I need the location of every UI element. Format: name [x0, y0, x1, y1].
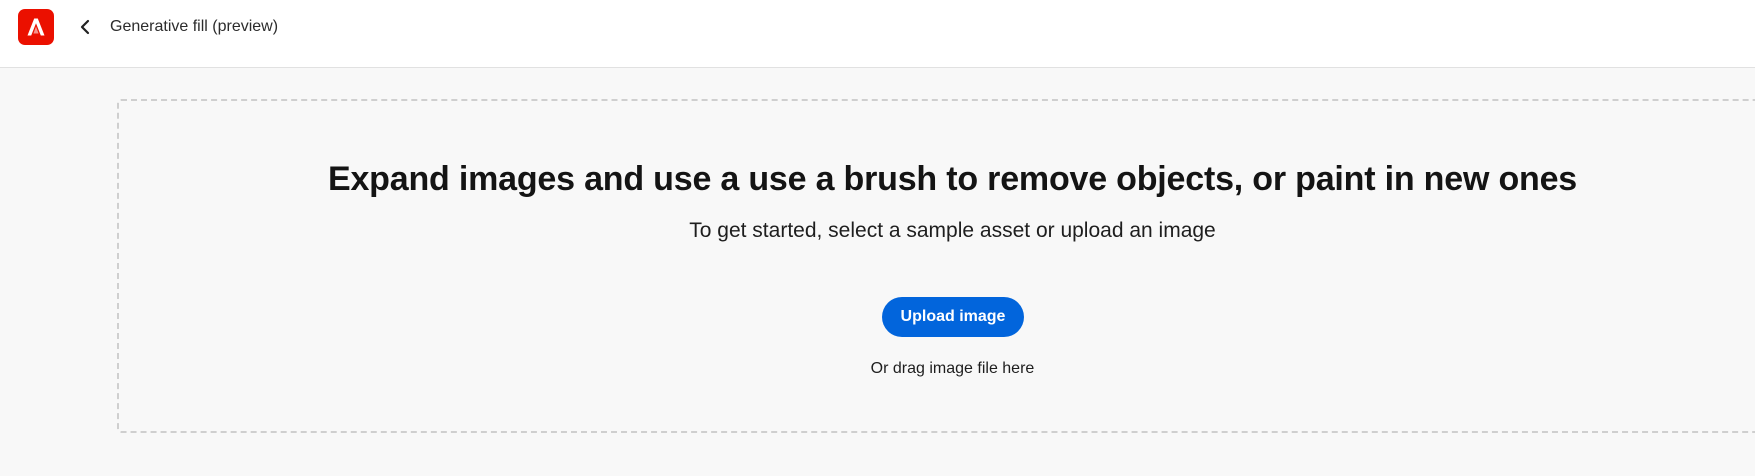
dropzone-subheadline: To get started, select a sample asset or… — [689, 219, 1216, 242]
chevron-left-icon — [80, 19, 90, 35]
logo-glyph — [27, 18, 45, 36]
image-dropzone[interactable] — [117, 99, 1755, 433]
adobe-express-logo-icon[interactable] — [18, 9, 54, 45]
drag-hint-text: Or drag image file here — [870, 360, 1035, 377]
page-title: Generative fill (preview) — [110, 18, 279, 35]
top-bar: Generative fill (preview) — [0, 0, 1755, 68]
upload-image-button[interactable]: Upload image — [882, 297, 1024, 337]
back-button[interactable] — [74, 14, 96, 40]
main-content: Expand images and use a use a brush to r… — [0, 68, 1755, 476]
dropzone-headline: Expand images and use a use a brush to r… — [328, 160, 1577, 198]
